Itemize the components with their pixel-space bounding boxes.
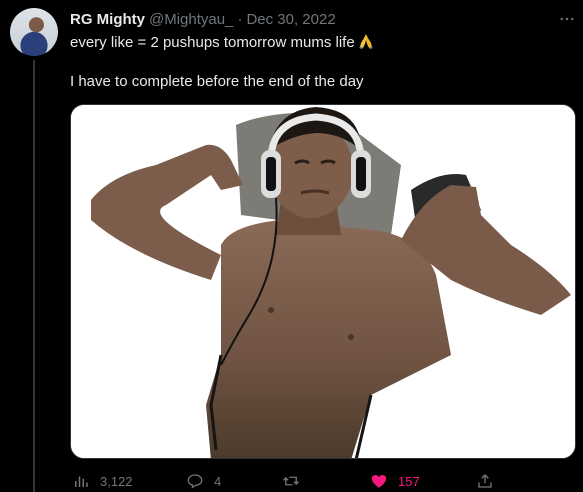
views-count: 3,122	[100, 473, 133, 489]
like-button[interactable]: 157	[370, 470, 420, 492]
retweet-button[interactable]	[282, 470, 310, 492]
tweet-header: RG Mighty @Mightyau_ · Dec 30, 2022	[70, 9, 336, 29]
tweet-text: every like = 2 pushups tomorrow mums lif…	[70, 34, 355, 51]
tweet-text-line1: every like = 2 pushups tomorrow mums lif…	[70, 33, 374, 53]
author-name[interactable]: RG Mighty	[70, 11, 145, 28]
tweet-photo[interactable]	[70, 104, 576, 459]
heart-filled-icon	[371, 475, 387, 488]
reply-button[interactable]: 4	[186, 470, 221, 492]
reply-bubble-icon	[187, 474, 203, 489]
reply-count: 4	[214, 473, 222, 489]
tweet-actions: 3,122 4 157	[70, 470, 576, 492]
avatar[interactable]	[10, 8, 58, 56]
tweet-date[interactable]: Dec 30, 2022	[246, 11, 335, 28]
thread-line	[33, 60, 35, 492]
retweet-icon	[283, 476, 299, 486]
photo-illustration	[71, 105, 575, 458]
more-dots-icon	[560, 17, 574, 21]
folded-hands-emoji-icon	[358, 34, 373, 49]
share-icon	[478, 474, 492, 488]
separator-dot: ·	[237, 10, 243, 28]
views-chart-icon	[75, 476, 88, 487]
author-handle[interactable]: @Mightyau_	[149, 11, 233, 28]
share-button[interactable]	[476, 470, 504, 492]
tweet-text-line2: I have to complete before the end of the…	[70, 73, 364, 90]
like-count: 157	[398, 473, 420, 489]
tweet[interactable]: RG Mighty @Mightyau_ · Dec 30, 2022 ever…	[0, 0, 583, 492]
more-options-icon[interactable]	[557, 9, 577, 29]
views-button[interactable]: 3,122	[72, 470, 133, 492]
